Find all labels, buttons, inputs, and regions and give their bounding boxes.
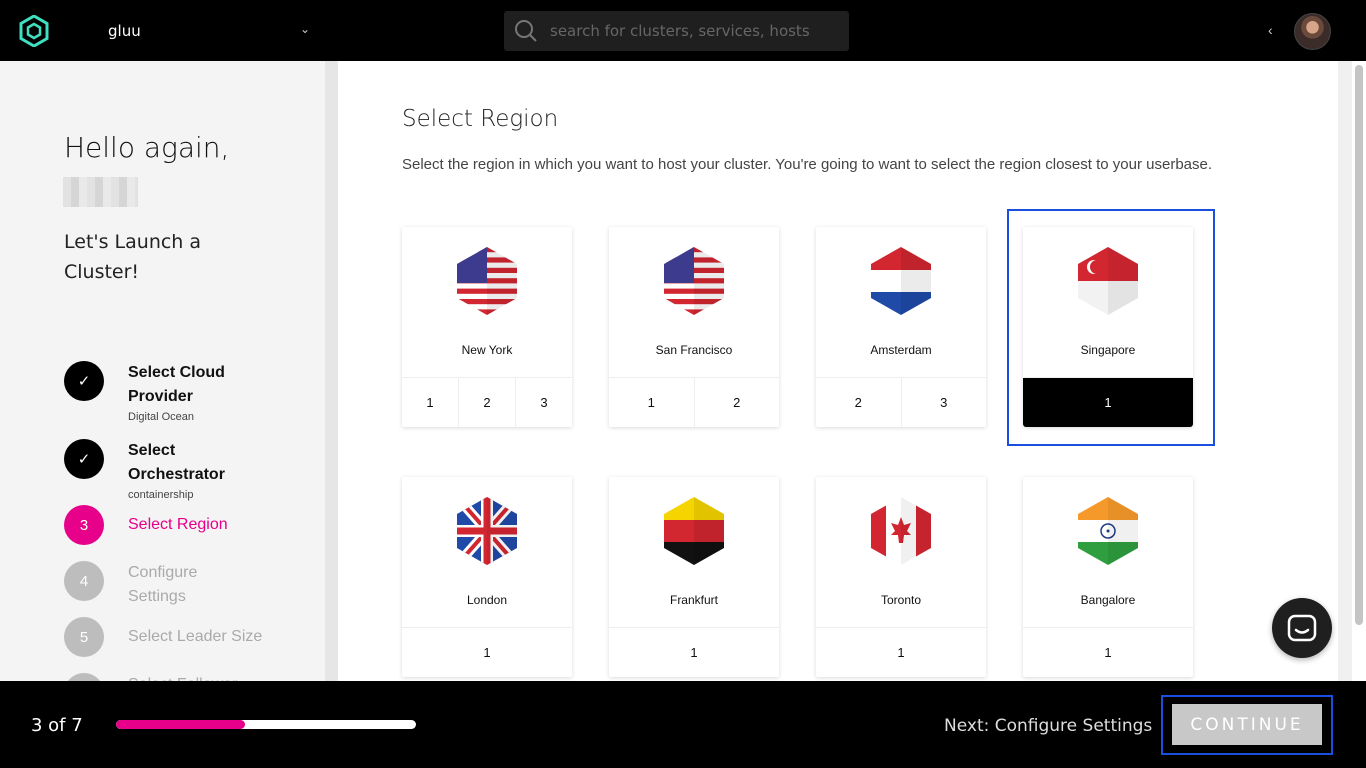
main-content: Select Region Select the region in which… <box>338 61 1338 681</box>
region-option[interactable]: 1 <box>816 628 986 677</box>
org-name[interactable]: gluu <box>108 22 141 40</box>
region-name: New York <box>461 343 513 357</box>
region-options: 1 2 3 <box>402 377 572 427</box>
region-card-toronto[interactable]: Toronto 1 <box>816 477 986 677</box>
region-name: Toronto <box>880 593 922 607</box>
step-title: Select Region <box>128 516 228 533</box>
region-option[interactable]: 2 <box>693 378 780 427</box>
region-card-san-francisco[interactable]: San Francisco 1 2 <box>609 227 779 427</box>
region-name: London <box>466 593 508 607</box>
page-title: Select Region <box>402 106 559 132</box>
progress-fill <box>116 720 245 729</box>
region-option[interactable]: 3 <box>900 378 987 427</box>
step-select-cloud-provider[interactable]: ✓ Select Cloud Provider Digital Ocean <box>64 361 258 425</box>
top-bar: gluu ⌄ ‹ <box>0 0 1366 61</box>
containership-logo-icon[interactable] <box>19 15 49 47</box>
step-configure-settings[interactable]: 4 Configure Settings <box>64 561 258 609</box>
region-option[interactable]: 3 <box>515 378 572 427</box>
chat-button[interactable] <box>1272 598 1332 658</box>
us-flag-icon <box>457 247 517 315</box>
search-input[interactable] <box>550 22 830 40</box>
progress-text: 3 of 7 <box>31 715 83 736</box>
de-flag-icon <box>664 497 724 565</box>
step-subtitle: containership <box>128 489 194 501</box>
region-card-frankfurt[interactable]: Frankfurt 1 <box>609 477 779 677</box>
region-option[interactable]: 2 <box>458 378 515 427</box>
region-card-new-york[interactable]: New York 1 2 3 <box>402 227 572 427</box>
region-card-london[interactable]: London 1 <box>402 477 572 677</box>
footer-bar: 3 of 7 Next: Configure Settings CONTINUE <box>0 681 1366 768</box>
step-select-orchestrator[interactable]: ✓ Select Orchestrator containership <box>64 439 258 503</box>
step-number: 3 <box>64 505 104 545</box>
greeting: Hello again, <box>64 131 230 164</box>
launch-subtitle: Let's Launch a Cluster! <box>64 231 202 283</box>
search-icon <box>515 20 537 42</box>
avatar[interactable] <box>1294 13 1331 50</box>
region-option[interactable]: 1 <box>1023 628 1193 677</box>
selection-highlight <box>1007 209 1215 446</box>
sidebar: Hello again, Let's Launch a Cluster! ✓ S… <box>0 61 325 681</box>
region-options: 1 <box>402 627 572 677</box>
us-flag-icon <box>664 247 724 315</box>
step-number: 4 <box>64 561 104 601</box>
in-flag-icon <box>1078 497 1138 565</box>
region-options: 1 2 <box>609 377 779 427</box>
step-subtitle: Digital Ocean <box>128 411 195 423</box>
next-step-label: Next: Configure Settings <box>944 716 1153 736</box>
continue-button[interactable]: CONTINUE <box>1172 704 1322 745</box>
region-options: 1 <box>816 627 986 677</box>
region-option[interactable]: 1 <box>402 628 572 677</box>
check-icon: ✓ <box>64 439 104 479</box>
region-option[interactable]: 1 <box>609 378 694 427</box>
username-redacted <box>63 177 138 207</box>
step-title: Configure Settings <box>128 564 198 605</box>
chevron-left-icon[interactable]: ‹ <box>1268 22 1273 38</box>
step-number: 6 <box>64 673 104 681</box>
region-option[interactable]: 1 <box>609 628 779 677</box>
check-icon: ✓ <box>64 361 104 401</box>
region-name: Bangalore <box>1080 593 1136 607</box>
nl-flag-icon <box>871 247 931 315</box>
step-title: Select Leader Size <box>128 628 263 645</box>
step-number: 5 <box>64 617 104 657</box>
region-option[interactable]: 1 <box>402 378 458 427</box>
ca-flag-icon <box>871 497 931 565</box>
step-select-follower[interactable]: 6 Select Follower <box>64 673 288 681</box>
step-select-leader-size[interactable]: 5 Select Leader Size <box>64 617 288 657</box>
region-card-amsterdam[interactable]: Amsterdam 2 3 <box>816 227 986 427</box>
region-card-bangalore[interactable]: Bangalore 1 <box>1023 477 1193 677</box>
progress-bar <box>116 720 416 729</box>
region-name: Amsterdam <box>870 343 932 357</box>
step-select-region[interactable]: 3 Select Region <box>64 505 258 545</box>
main-scroll-gutter <box>1338 61 1352 681</box>
sidebar-scrollbar[interactable] <box>325 61 338 681</box>
uk-flag-icon <box>457 497 517 565</box>
step-title: Select Follower <box>128 673 288 681</box>
region-name: Frankfurt <box>669 593 718 607</box>
step-title: Select Orchestrator <box>128 442 225 483</box>
search-bar[interactable] <box>504 11 849 51</box>
region-options: 2 3 <box>816 377 986 427</box>
region-name: San Francisco <box>655 343 733 357</box>
page-scrollbar[interactable] <box>1352 61 1366 681</box>
region-options: 1 <box>609 627 779 677</box>
region-options: 1 <box>1023 627 1193 677</box>
chevron-down-icon[interactable]: ⌄ <box>300 22 310 36</box>
page-description: Select the region in which you want to h… <box>402 156 1213 173</box>
chat-icon <box>1287 614 1317 642</box>
region-option[interactable]: 2 <box>816 378 901 427</box>
step-title: Select Cloud Provider <box>128 364 225 405</box>
